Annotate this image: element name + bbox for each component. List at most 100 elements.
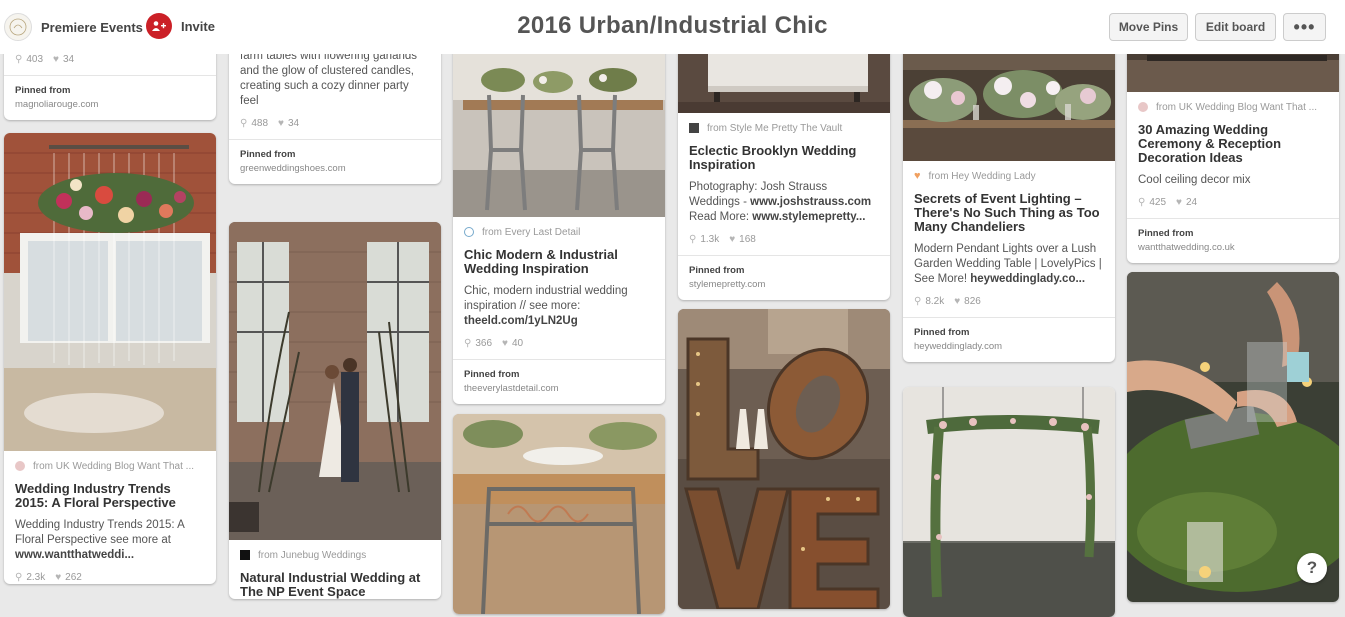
pin-description: Wedding Industry Trends 2015: A Floral P…: [15, 518, 205, 563]
pin-card[interactable]: from Junebug Weddings Natural Industrial…: [229, 222, 441, 599]
pin-title[interactable]: Chic Modern & Industrial Wedding Inspira…: [464, 248, 654, 276]
heart-icon: ♥: [55, 571, 62, 583]
pin-title[interactable]: Eclectic Brooklyn Wedding Inspiration: [689, 144, 879, 172]
pin-stats: ⚲ 488 ♥ 34: [240, 116, 430, 130]
pin-card[interactable]: ♥ from Hey Wedding Lady Secrets of Event…: [903, 30, 1115, 362]
board-header: Premiere Events Invite 2016 Urban/Indust…: [0, 0, 1345, 54]
repin-icon: ⚲: [914, 295, 922, 307]
description-text: Wedding Industry Trends 2015: A Floral P…: [15, 519, 185, 546]
pin-image[interactable]: [229, 222, 441, 540]
source-label[interactable]: from Junebug Weddings: [258, 550, 366, 561]
pin-title[interactable]: Wedding Industry Trends 2015: A Floral P…: [15, 482, 205, 510]
pin-stats: ⚲ 366 ♥ 40: [464, 336, 654, 350]
pinned-from-domain[interactable]: stylemepretty.com: [689, 279, 879, 290]
source-label[interactable]: from Style Me Pretty The Vault: [707, 123, 842, 134]
description-link[interactable]: www.joshstrauss.com: [750, 196, 871, 208]
pin-source[interactable]: from UK Wedding Blog Want That ...: [1138, 100, 1328, 114]
pin-description: Photography: Josh Strauss Weddings - www…: [689, 180, 879, 225]
description-link[interactable]: www.stylemepretty...: [752, 211, 865, 223]
pin-image[interactable]: [4, 133, 216, 451]
repin-count: ⚲ 8.2k: [914, 295, 945, 307]
pin-title[interactable]: Natural Industrial Wedding at The NP Eve…: [240, 571, 430, 599]
heart-icon: ♥: [954, 295, 961, 307]
source-label[interactable]: from UK Wedding Blog Want That ...: [33, 461, 194, 472]
help-button[interactable]: ?: [1297, 553, 1327, 583]
repin-icon: ⚲: [1138, 196, 1146, 208]
pinned-from-domain[interactable]: wantthatwedding.co.uk: [1138, 242, 1328, 253]
pin-card[interactable]: [903, 387, 1115, 617]
invite-label[interactable]: Invite: [181, 19, 215, 34]
pinned-from[interactable]: Pinned from heyweddinglady.com: [903, 317, 1115, 362]
edit-board-button[interactable]: Edit board: [1195, 13, 1276, 41]
floral-chandelier-photo: [4, 133, 216, 451]
description-link[interactable]: heyweddinglady.co...: [970, 273, 1085, 285]
pinned-from-domain[interactable]: magnoliarouge.com: [15, 99, 205, 110]
pin-card[interactable]: [678, 309, 890, 609]
add-collaborator-icon: [146, 13, 172, 39]
pinned-from-label: Pinned from: [15, 85, 71, 96]
source-label[interactable]: from Every Last Detail: [482, 227, 580, 238]
owner-name[interactable]: Premiere Events: [41, 20, 143, 35]
pin-image[interactable]: [903, 387, 1115, 617]
metal-chairs-photo: [453, 40, 665, 217]
repin-icon: ⚲: [15, 571, 23, 583]
pin-stats: ⚲ 8.2k ♥ 826: [914, 294, 1104, 308]
wire-chair-photo: [453, 414, 665, 614]
owner-avatar[interactable]: [4, 13, 32, 41]
heart-icon: ♥: [278, 117, 284, 129]
pin-source[interactable]: from Every Last Detail: [464, 225, 654, 239]
pin-image[interactable]: [453, 414, 665, 614]
like-count: ♥ 168: [729, 233, 756, 245]
board-owner[interactable]: Premiere Events: [4, 13, 143, 41]
pin-card[interactable]: from Style Me Pretty The Vault Eclectic …: [678, 30, 890, 300]
source-icon: [15, 461, 25, 471]
pin-card[interactable]: from Every Last Detail Chic Modern & Ind…: [453, 40, 665, 404]
pinned-from-domain[interactable]: heyweddinglady.com: [914, 341, 1104, 352]
source-label[interactable]: from Hey Wedding Lady: [929, 171, 1036, 182]
like-count: ♥ 262: [55, 571, 82, 583]
pin-source[interactable]: from Junebug Weddings: [240, 548, 430, 562]
move-pins-button[interactable]: Move Pins: [1109, 13, 1188, 41]
pin-source[interactable]: ♥ from Hey Wedding Lady: [914, 169, 1104, 183]
more-options-button[interactable]: •••: [1283, 13, 1326, 41]
bookmark-source-icon: [689, 123, 699, 133]
repin-count: ⚲ 2.3k: [15, 571, 46, 583]
repin-count: ⚲ 403: [15, 53, 44, 65]
pin-card[interactable]: [453, 414, 665, 614]
pinned-from[interactable]: Pinned from wantthatwedding.co.uk: [1127, 218, 1339, 263]
pinned-from[interactable]: Pinned from greenweddingshoes.com: [229, 139, 441, 184]
pin-title[interactable]: 30 Amazing Wedding Ceremony & Reception …: [1138, 123, 1328, 165]
pin-image[interactable]: [453, 40, 665, 217]
ring-source-icon: [464, 227, 474, 237]
pinned-from-label: Pinned from: [240, 149, 296, 160]
pin-title[interactable]: Secrets of Event Lighting – There's No S…: [914, 192, 1104, 234]
invite-button[interactable]: Invite: [146, 13, 215, 39]
pinned-from[interactable]: Pinned from stylemepretty.com: [678, 255, 890, 300]
pin-card[interactable]: from UK Wedding Blog Want That ... Weddi…: [4, 133, 216, 584]
pinned-from[interactable]: Pinned from theeverylastdetail.com: [453, 359, 665, 404]
heart-icon: ♥: [502, 337, 508, 349]
pin-image[interactable]: [678, 309, 890, 609]
pin-source[interactable]: from Style Me Pretty The Vault: [689, 121, 879, 135]
pin-card[interactable]: from UK Wedding Blog Want That ... 30 Am…: [1127, 30, 1339, 263]
pinned-from[interactable]: Pinned from magnoliarouge.com: [4, 75, 216, 120]
repin-count: ⚲ 1.3k: [689, 233, 720, 245]
pin-stats: ⚲ 1.3k ♥ 168: [689, 232, 879, 246]
heart-source-icon: ♥: [914, 170, 921, 182]
source-label[interactable]: from UK Wedding Blog Want That ...: [1156, 102, 1317, 113]
pin-description: Cool ceiling decor mix: [1138, 174, 1251, 186]
description-text: Chic, modern industrial wedding inspirat…: [464, 285, 628, 312]
description-link[interactable]: theeld.com/1yLN2Ug: [464, 315, 578, 327]
pin-source[interactable]: from UK Wedding Blog Want That ...: [15, 459, 205, 473]
description-link[interactable]: www.wantthatweddi...: [15, 549, 134, 561]
pinned-from-domain[interactable]: greenweddingshoes.com: [240, 163, 430, 174]
repin-icon: ⚲: [689, 233, 697, 245]
greenery-arch-photo: [903, 387, 1115, 617]
owner-logo-icon: [9, 18, 27, 36]
like-count: ♥ 24: [1176, 196, 1198, 208]
pin-stats: ⚲ 425 ♥ 24: [1138, 195, 1328, 209]
heart-icon: ♥: [53, 53, 59, 65]
pin-stats: ⚲ 2.3k ♥ 262: [15, 570, 205, 584]
pinned-from-domain[interactable]: theeverylastdetail.com: [464, 383, 654, 394]
heart-icon: ♥: [1176, 196, 1182, 208]
